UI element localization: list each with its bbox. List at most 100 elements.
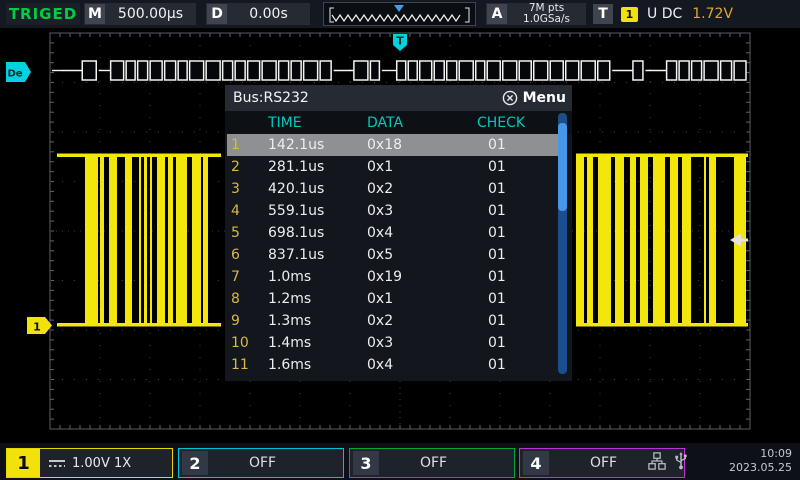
row-number: 4 — [231, 203, 240, 219]
row-number: 3 — [231, 181, 240, 197]
row-number: 2 — [231, 159, 240, 175]
svg-text:T: T — [396, 35, 404, 48]
table-row[interactable]: 7 1.0ms 0x19 01 — [227, 266, 560, 288]
row-data: 0x18 — [367, 137, 402, 153]
bus-table-titlebar: Bus:RS232 Menu — [225, 85, 572, 111]
timebase-value: 500.00μs — [105, 6, 196, 22]
channel-2-state: OFF — [208, 455, 317, 471]
trigger-position-marker[interactable]: T — [393, 34, 407, 51]
memory-waveform-preview — [323, 2, 476, 26]
row-data: 0x3 — [367, 335, 393, 351]
row-time: 698.1us — [268, 225, 324, 241]
preview-bracket-right-icon — [465, 8, 469, 22]
row-check: 01 — [488, 247, 506, 263]
column-header-time: TIME — [268, 115, 302, 131]
column-header-check: CHECK — [477, 115, 525, 131]
dc-coupling-icon — [48, 458, 66, 468]
row-check: 01 — [488, 313, 506, 329]
menu-label[interactable]: Menu — [523, 90, 566, 106]
row-time: 1.0ms — [268, 269, 311, 285]
row-check: 01 — [488, 203, 506, 219]
preview-zigzag-icon — [332, 15, 460, 21]
channel-1-box[interactable]: 1 1.00V 1X — [6, 448, 173, 478]
timebase-box[interactable]: M 500.00μs — [84, 3, 196, 25]
decode-bus-trace — [52, 61, 746, 80]
delay-box[interactable]: D 0.00s — [206, 3, 310, 25]
table-row[interactable]: 11 1.6ms 0x4 01 — [227, 354, 560, 376]
row-number: 1 — [231, 137, 240, 153]
row-time: 837.1us — [268, 247, 324, 263]
table-row[interactable]: 2 281.1us 0x1 01 — [227, 156, 560, 178]
row-time: 281.1us — [268, 159, 324, 175]
row-check: 01 — [488, 159, 506, 175]
svg-text:1: 1 — [33, 321, 41, 334]
bus-table-rows: 1 142.1us 0x18 01 2 281.1us 0x1 01 3 420… — [225, 134, 572, 376]
channel-2-badge: 2 — [182, 451, 208, 475]
row-number: 5 — [231, 225, 240, 241]
sample-rate: 1.0GSa/s — [507, 14, 586, 25]
decode-channel-marker[interactable]: De — [6, 62, 31, 82]
channel-4-state: OFF — [549, 455, 658, 471]
channel-1-badge: 1 — [7, 449, 40, 477]
table-row[interactable]: 6 837.1us 0x5 01 — [227, 244, 560, 266]
row-number: 10 — [231, 335, 249, 351]
channel-2-box[interactable]: 2 OFF — [178, 448, 344, 478]
table-row[interactable]: 9 1.3ms 0x2 01 — [227, 310, 560, 332]
row-number: 7 — [231, 269, 240, 285]
row-number: 6 — [231, 247, 240, 263]
table-row[interactable]: 5 698.1us 0x4 01 — [227, 222, 560, 244]
table-row[interactable]: 4 559.1us 0x3 01 — [227, 200, 560, 222]
row-data: 0x1 — [367, 291, 393, 307]
row-data: 0x19 — [367, 269, 402, 285]
waveform-display-area: T De 1 Bus:RS232 Menu TIME DATA CHECK 1 — [0, 28, 800, 443]
trigger-position-icon — [394, 5, 404, 12]
timebase-chip: M — [85, 4, 105, 24]
clock-date: 2023.05.25 — [696, 461, 792, 475]
channel-4-badge: 4 — [523, 451, 549, 475]
row-number: 8 — [231, 291, 240, 307]
row-check: 01 — [488, 357, 506, 373]
row-data: 0x4 — [367, 357, 393, 373]
row-data: 0x2 — [367, 181, 393, 197]
network-icon — [648, 452, 666, 470]
row-check: 01 — [488, 335, 506, 351]
trigger-source-badge: 1 — [621, 7, 638, 22]
row-time: 1.6ms — [268, 357, 311, 373]
bus-table-header: TIME DATA CHECK — [225, 111, 572, 134]
delay-chip: D — [207, 4, 227, 24]
channel-3-badge: 3 — [353, 451, 379, 475]
row-data: 0x4 — [367, 225, 393, 241]
channel-1-position-marker[interactable]: 1 — [27, 317, 52, 334]
row-data: 0x5 — [367, 247, 393, 263]
bus-table-menu-button[interactable]: Menu — [502, 85, 566, 111]
close-circle-icon[interactable] — [502, 90, 518, 106]
row-time: 420.1us — [268, 181, 324, 197]
row-data: 0x3 — [367, 203, 393, 219]
channel-status-bar: 1 1.00V 1X 2 OFF 3 OFF 4 OFF — [0, 443, 800, 480]
row-number: 11 — [231, 357, 249, 373]
trigger-level-value: 1.72V — [692, 6, 733, 22]
row-time: 1.2ms — [268, 291, 311, 307]
row-check: 01 — [488, 225, 506, 241]
top-status-bar: TRIGED M 500.00μs D 0.00s A 7M pts 1.0GS… — [0, 0, 800, 28]
trigger-info-box[interactable]: T 1 U DC 1.72V — [592, 3, 792, 25]
acquire-box[interactable]: A 7M pts 1.0GSa/s — [486, 3, 586, 25]
row-check: 01 — [488, 291, 506, 307]
trigger-coupling: U DC — [647, 6, 682, 22]
table-row[interactable]: 8 1.2ms 0x1 01 — [227, 288, 560, 310]
row-time: 1.3ms — [268, 313, 311, 329]
table-scrollbar[interactable] — [558, 113, 567, 374]
trigger-status-badge: TRIGED — [6, 3, 80, 25]
row-check: 01 — [488, 269, 506, 285]
row-time: 559.1us — [268, 203, 324, 219]
table-row[interactable]: 1 142.1us 0x18 01 — [227, 134, 560, 156]
svg-text:De: De — [7, 69, 22, 80]
usb-icon — [674, 451, 688, 470]
table-row[interactable]: 10 1.4ms 0x3 01 — [227, 332, 560, 354]
row-data: 0x2 — [367, 313, 393, 329]
oscilloscope-screen: TRIGED M 500.00μs D 0.00s A 7M pts 1.0GS… — [0, 0, 800, 480]
scrollbar-thumb[interactable] — [558, 123, 567, 211]
column-header-data: DATA — [367, 115, 403, 131]
channel-3-box[interactable]: 3 OFF — [349, 448, 515, 478]
table-row[interactable]: 3 420.1us 0x2 01 — [227, 178, 560, 200]
